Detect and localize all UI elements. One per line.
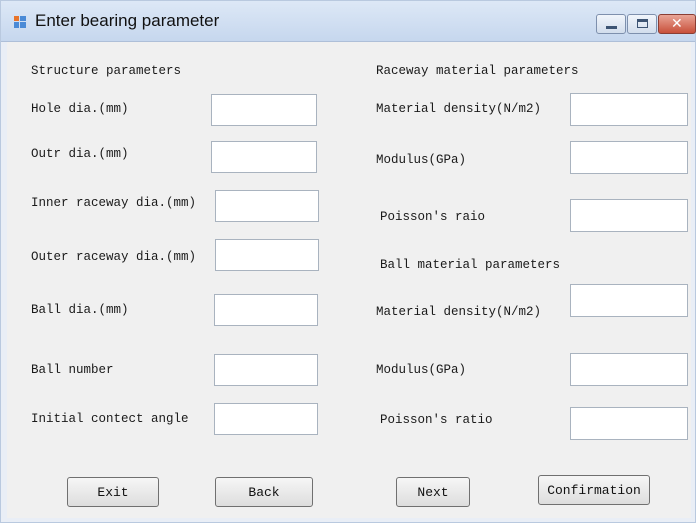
maximize-icon [637, 19, 648, 28]
raceway-density-input[interactable] [570, 93, 688, 126]
next-button[interactable]: Next [396, 477, 470, 507]
minimize-button[interactable] [596, 14, 626, 34]
ball-density-input[interactable] [570, 284, 688, 317]
confirmation-button[interactable]: Confirmation [538, 475, 650, 505]
ball-modulus-label: Modulus(GPa) [376, 363, 467, 377]
ball-number-label: Ball number [31, 363, 114, 377]
ball-number-input[interactable] [214, 354, 318, 386]
ball-poisson-input[interactable] [570, 407, 688, 440]
initial-contect-angle-label: Initial contect angle [31, 412, 189, 426]
outer-raceway-dia-label: Outer raceway dia.(mm) [31, 250, 197, 264]
back-button[interactable]: Back [215, 477, 313, 507]
exit-button[interactable]: Exit [67, 477, 159, 507]
hole-dia-label: Hole dia.(mm) [31, 102, 129, 116]
outer-raceway-dia-input[interactable] [215, 239, 319, 271]
ball-density-label: Material density(N/m2) [376, 305, 542, 319]
minimize-icon [606, 26, 617, 29]
ball-modulus-input[interactable] [570, 353, 688, 386]
inner-raceway-dia-label: Inner raceway dia.(mm) [31, 196, 197, 210]
close-icon: ✕ [671, 16, 683, 32]
maximize-button[interactable] [627, 14, 657, 34]
raceway-modulus-input[interactable] [570, 141, 688, 174]
form-client-area: Structure parameters Hole dia.(mm) Outr … [7, 42, 691, 518]
raceway-modulus-label: Modulus(GPa) [376, 153, 467, 167]
close-button[interactable]: ✕ [658, 14, 696, 34]
ball-poisson-label: Poisson's ratio [380, 413, 493, 427]
bearing-parameter-window: Enter bearing parameter ✕ Structure para… [0, 0, 696, 523]
outr-dia-input[interactable] [211, 141, 317, 173]
raceway-poisson-label: Poisson's raio [380, 210, 486, 224]
initial-contect-angle-input[interactable] [214, 403, 318, 435]
raceway-density-label: Material density(N/m2) [376, 102, 542, 116]
outr-dia-label: Outr dia.(mm) [31, 147, 129, 161]
app-form-icon [14, 16, 26, 28]
structure-parameters-heading: Structure parameters [31, 64, 182, 78]
window-title: Enter bearing parameter [35, 11, 220, 30]
raceway-material-heading: Raceway material parameters [376, 64, 579, 78]
raceway-poisson-input[interactable] [570, 199, 688, 232]
title-bar[interactable]: Enter bearing parameter ✕ [1, 1, 696, 42]
ball-material-heading: Ball material parameters [380, 258, 561, 272]
inner-raceway-dia-input[interactable] [215, 190, 319, 222]
ball-dia-label: Ball dia.(mm) [31, 303, 129, 317]
hole-dia-input[interactable] [211, 94, 317, 126]
ball-dia-input[interactable] [214, 294, 318, 326]
